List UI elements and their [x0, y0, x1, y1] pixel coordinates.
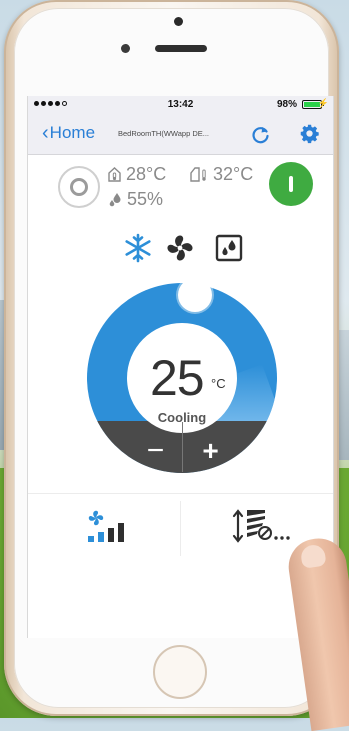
outdoor-thermometer-icon [190, 167, 206, 182]
battery-percent: 98% [276, 99, 297, 110]
navigation-bar: ‹ Home BedRoomTH(WWapp DE... [28, 114, 333, 155]
charging-icon: ⚡ [317, 98, 329, 108]
indoor-temperature-value: 28°C [126, 164, 167, 184]
indoor-thermometer-icon [108, 167, 121, 182]
power-on-icon [289, 176, 293, 192]
back-home-button[interactable]: ‹ Home [42, 123, 95, 143]
divider [180, 501, 181, 556]
fan-icon[interactable] [165, 233, 195, 263]
app-screen: 13:42 98% ⚡ ‹ Home BedRoomTH(WWapp DE...… [27, 96, 334, 638]
home-button[interactable] [153, 645, 207, 699]
decrease-temperature-button[interactable]: − [133, 431, 178, 471]
increase-temperature-button[interactable]: + [188, 431, 233, 471]
water-drops-icon [109, 193, 121, 207]
humidity-icon[interactable] [214, 233, 244, 263]
back-label: Home [49, 123, 96, 142]
status-bar: 13:42 98% ⚡ [28, 96, 333, 114]
swing-icon[interactable] [232, 506, 294, 546]
proximity-sensor [121, 44, 130, 53]
temperature-unit: °C [211, 376, 226, 391]
gear-icon[interactable] [299, 123, 320, 144]
device-name: BedRoomTH(WWapp DE... [118, 129, 209, 138]
fingernail [299, 543, 327, 569]
chevron-left-icon: ‹ [42, 122, 49, 144]
indoor-temperature: 28°C [108, 164, 166, 185]
standby-toggle[interactable] [58, 166, 100, 208]
divider [28, 493, 333, 494]
refresh-icon[interactable] [251, 124, 271, 144]
earpiece-speaker [155, 45, 207, 52]
dial-divider [182, 422, 183, 472]
power-button[interactable] [269, 162, 313, 206]
dial-knob[interactable] [178, 278, 212, 312]
fan-speed-icon[interactable] [86, 508, 146, 544]
snowflake-icon[interactable] [123, 233, 153, 263]
humidity-reading: 55% [108, 189, 163, 210]
humidity-value: 55% [127, 189, 164, 209]
outdoor-temperature: 32°C [190, 164, 253, 185]
front-camera [174, 17, 183, 26]
outdoor-temperature-value: 32°C [213, 164, 254, 184]
set-temperature: 25 [150, 350, 205, 406]
